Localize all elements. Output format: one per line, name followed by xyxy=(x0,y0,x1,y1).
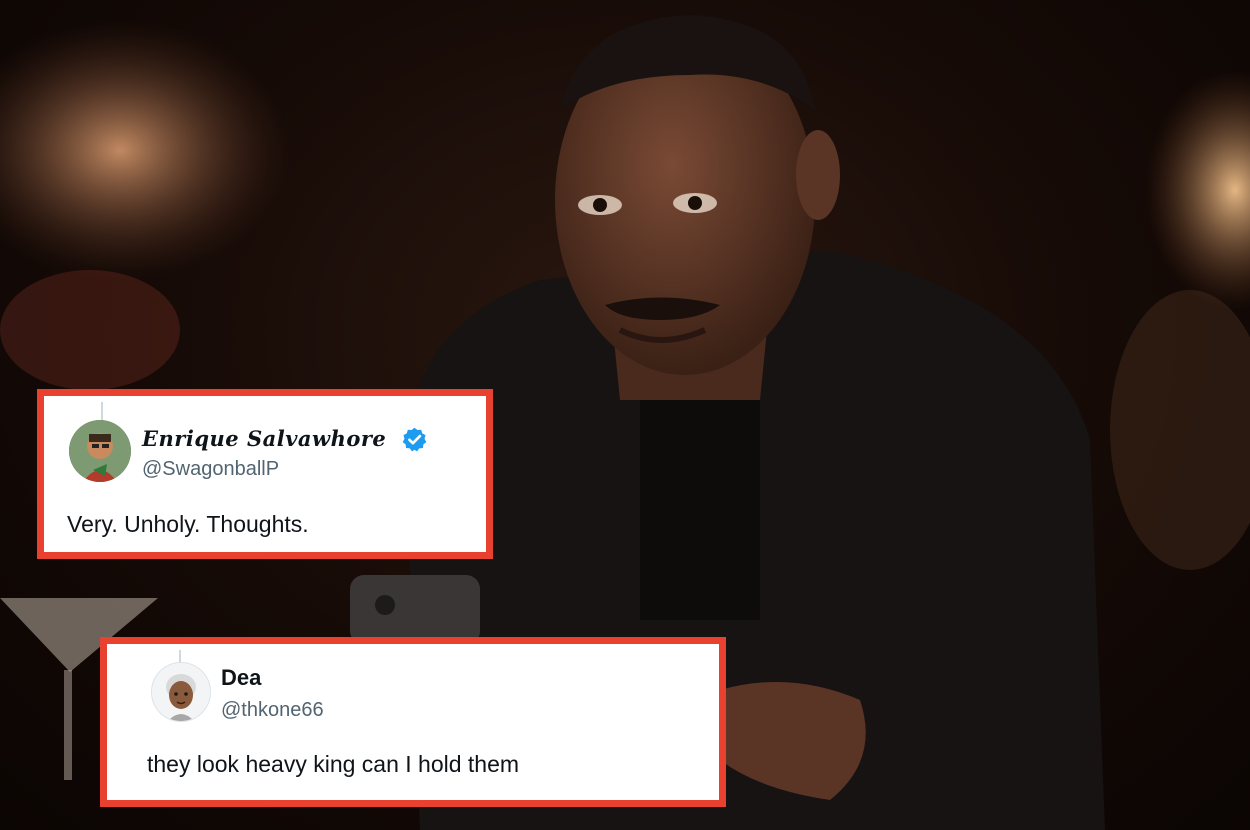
left-pupil xyxy=(593,198,607,212)
phone-camera xyxy=(375,595,395,615)
handle[interactable]: @SwagonballP xyxy=(142,458,279,481)
shirt-shape xyxy=(640,380,760,620)
martini-glass-stem xyxy=(64,670,72,780)
right-plant-glow xyxy=(1110,290,1250,570)
cartoon-avatar-icon[interactable] xyxy=(69,420,131,482)
memoji-avatar-icon[interactable] xyxy=(151,662,211,722)
tweet-text: Very. Unholy. Thoughts. xyxy=(67,511,309,537)
ear-shape xyxy=(796,130,840,220)
verified-badge-icon xyxy=(402,427,427,452)
phone-shape xyxy=(350,575,480,645)
handle[interactable]: @thkone66 xyxy=(221,699,324,722)
avatar-illustration xyxy=(69,420,131,482)
thread-line xyxy=(101,402,103,422)
tweet-text: they look heavy king can I hold them xyxy=(147,751,520,777)
right-pupil xyxy=(688,196,702,210)
right-lamp-glow xyxy=(1145,70,1250,310)
display-name[interactable]: Dea xyxy=(221,665,261,691)
left-flowers-glow xyxy=(0,270,180,390)
left-lamp-glow xyxy=(0,20,290,280)
avatar-illustration xyxy=(152,663,210,721)
display-name[interactable]: Enrique Salvawhore xyxy=(142,426,386,451)
tweet-card: Enrique Salvawhore @SwagonballP Very. Un… xyxy=(37,389,493,559)
tweet-card: Dea @thkone66 they look heavy king can I… xyxy=(100,637,726,807)
